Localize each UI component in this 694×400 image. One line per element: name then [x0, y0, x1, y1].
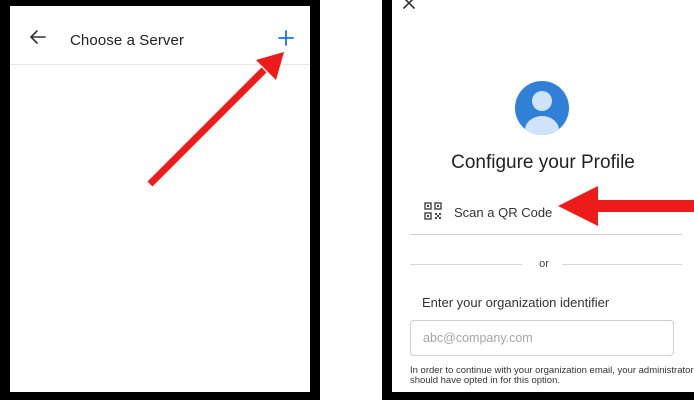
- or-divider-text: or: [539, 258, 549, 270]
- qr-option-divider: [410, 234, 682, 235]
- page-title: Choose a Server: [70, 32, 185, 49]
- profile-title: Configure your Profile: [451, 152, 635, 173]
- org-identifier-input[interactable]: [410, 320, 674, 356]
- screenshot-stage: Choose a Server Configure your Profile S…: [0, 0, 694, 400]
- org-identifier-label: Enter your organization identifier: [422, 295, 610, 310]
- or-divider-line-right: [562, 264, 682, 265]
- back-arrow-icon[interactable]: [30, 30, 46, 44]
- org-helper-text: In order to continue with your organizat…: [410, 365, 694, 386]
- close-icon[interactable]: [402, 0, 416, 10]
- or-divider-line-left: [410, 264, 522, 265]
- configure-profile-screen: Configure your Profile Scan a QR Code or…: [382, 0, 694, 400]
- scan-qr-code-button[interactable]: Scan a QR Code: [454, 205, 552, 220]
- choose-server-screen: Choose a Server: [0, 0, 320, 400]
- qr-code-icon[interactable]: [424, 202, 442, 220]
- app-bar: Choose a Server: [10, 6, 310, 65]
- profile-avatar-icon: [515, 81, 569, 135]
- plus-icon[interactable]: [278, 30, 294, 46]
